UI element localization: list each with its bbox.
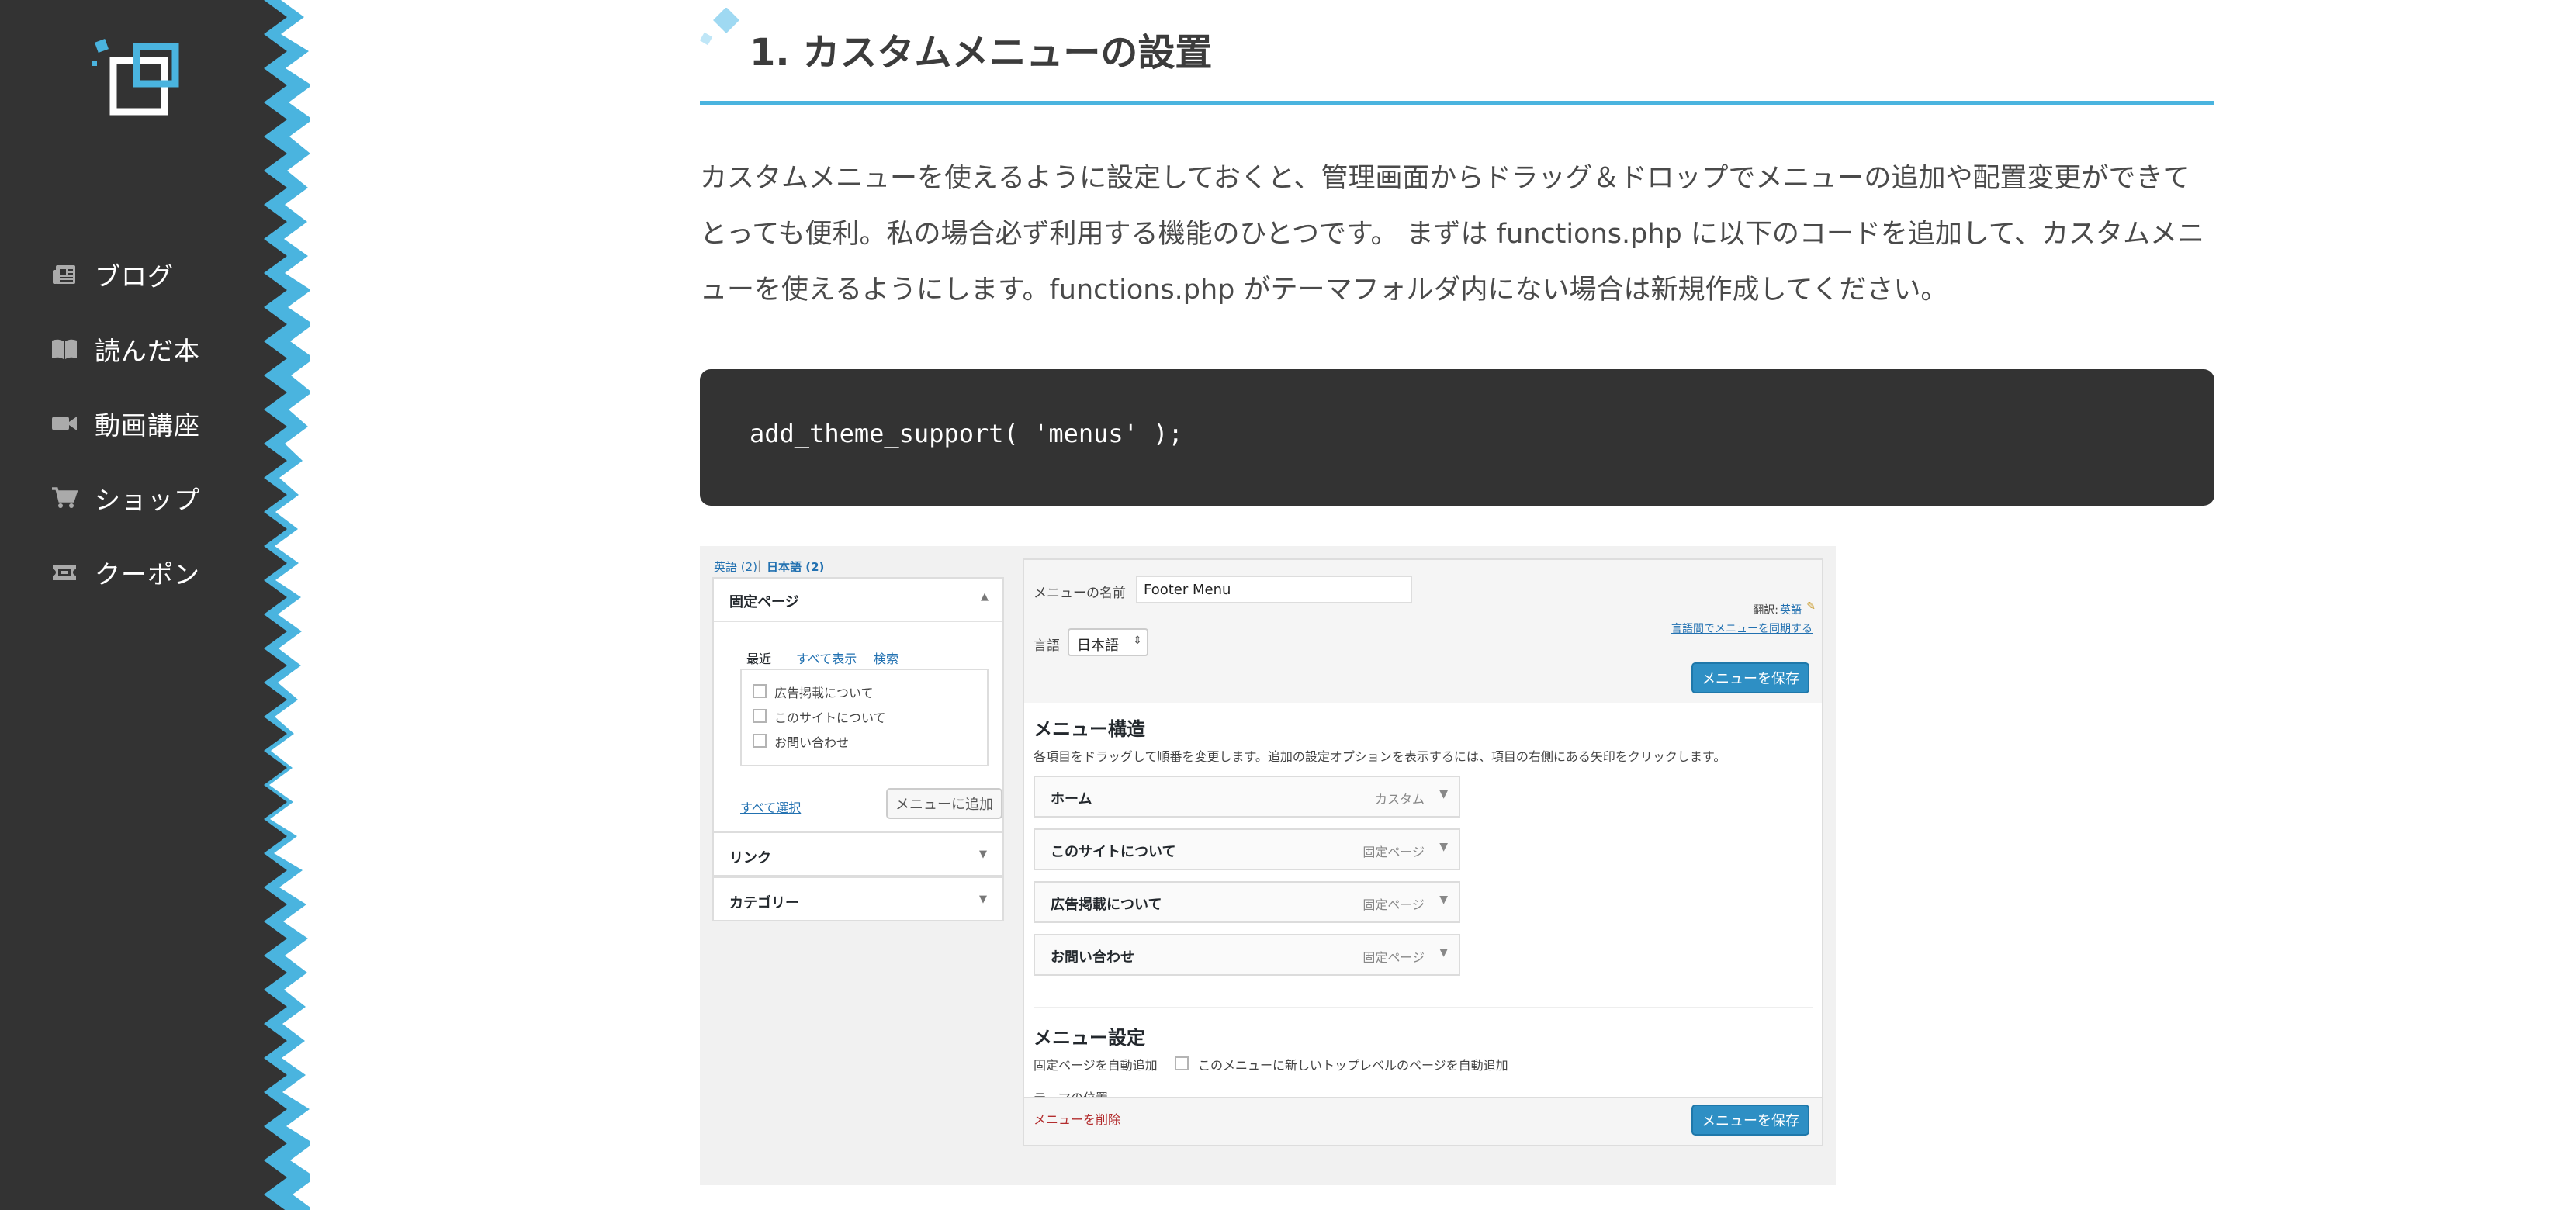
nav-item-label: ブログ xyxy=(95,261,174,292)
sidebar: ブログ 読んだ本 動画講座 ショップ クーポン xyxy=(0,0,310,1210)
links-panel[interactable]: リンク ▼ xyxy=(712,831,1004,876)
language-label: 言語 xyxy=(1034,638,1060,654)
page-checkbox-label: お問い合わせ xyxy=(774,735,850,750)
menu-item-title: ホーム xyxy=(1051,791,1092,807)
collapse-arrow-icon[interactable]: ▲ xyxy=(981,591,989,603)
page-checkbox[interactable] xyxy=(753,709,767,723)
code-text: add_theme_support( 'menus' ); xyxy=(750,419,1183,448)
article-content: 1. カスタムメニューの設置 カスタムメニューを使えるように設定しておくと、管理… xyxy=(700,0,2214,1185)
save-menu-button-bottom[interactable]: メニューを保存 xyxy=(1691,1105,1809,1136)
tab-search[interactable]: 検索 xyxy=(874,648,898,667)
sidebar-nav: ブログ 読んだ本 動画講座 ショップ クーポン xyxy=(51,237,200,610)
links-panel-title: リンク xyxy=(729,850,771,866)
select-arrows-icon: ⇕ xyxy=(1133,634,1142,647)
nav-item-label: 動画講座 xyxy=(95,410,200,441)
nav-item-label: ショップ xyxy=(95,485,200,515)
section-title: 1. カスタムメニューの設置 xyxy=(750,31,1213,74)
lang-tab-ja[interactable]: 日本語 (2) xyxy=(767,558,824,575)
pages-panel-header[interactable]: 固定ページ ▲ xyxy=(714,579,1002,622)
expand-arrow-icon[interactable]: ▼ xyxy=(1439,946,1448,959)
language-select[interactable]: 日本語 ⇕ xyxy=(1068,628,1148,656)
menu-item[interactable]: ホーム カスタム ▼ xyxy=(1034,776,1460,818)
language-select-value: 日本語 xyxy=(1077,638,1119,654)
site-logo[interactable] xyxy=(87,33,180,126)
expand-arrow-icon[interactable]: ▼ xyxy=(1439,841,1448,853)
menu-name-label: メニューの名前 xyxy=(1034,586,1126,601)
expand-arrow-icon[interactable]: ▼ xyxy=(979,894,987,905)
lang-tab-en[interactable]: 英語 (2) xyxy=(714,558,757,575)
newspaper-icon xyxy=(51,261,78,288)
menu-footer: メニューを削除 メニューを保存 xyxy=(1023,1097,1823,1146)
section-heading: 1. カスタムメニューの設置 xyxy=(700,0,2214,105)
video-camera-icon xyxy=(51,410,78,437)
auto-add-option-label: このメニューに新しいトップレベルのページを自動追加 xyxy=(1198,1058,1508,1073)
tab-view-all[interactable]: すべて表示 xyxy=(796,648,857,667)
nav-item-coupon[interactable]: クーポン xyxy=(51,535,200,610)
code-block: add_theme_support( 'menus' ); xyxy=(700,369,2214,506)
nav-item-books[interactable]: 読んだ本 xyxy=(51,312,200,386)
menu-header: メニューの名前 Footer Menu 翻訳: 英語 ✎ 言語間でメニューを同期… xyxy=(1023,558,1823,704)
shopping-cart-icon xyxy=(51,485,78,511)
page-checkbox-label: このサイトについて xyxy=(774,710,886,725)
menu-item-type: 固定ページ xyxy=(1362,845,1425,859)
translation-label: 翻訳: xyxy=(1753,604,1778,617)
menu-item-title: お問い合わせ xyxy=(1051,949,1134,966)
nav-item-blog[interactable]: ブログ xyxy=(51,237,200,312)
page-checkbox[interactable] xyxy=(753,684,767,698)
menu-item-type: カスタム xyxy=(1374,792,1425,807)
nav-item-shop[interactable]: ショップ xyxy=(51,461,200,535)
menu-item[interactable]: 広告掲載について 固定ページ ▼ xyxy=(1034,881,1460,923)
pages-panel: 固定ページ ▲ 最近 すべて表示 検索 広告掲載について このサイトについて お… xyxy=(712,577,1004,833)
lang-tab-separator: | xyxy=(757,558,762,572)
tab-recent[interactable]: 最近 xyxy=(746,648,771,667)
auto-add-checkbox[interactable] xyxy=(1175,1056,1189,1070)
menu-structure-title: メニュー構造 xyxy=(1034,718,1145,740)
menu-item[interactable]: お問い合わせ 固定ページ ▼ xyxy=(1034,934,1460,976)
pages-panel-title: 固定ページ xyxy=(729,594,799,610)
expand-arrow-icon[interactable]: ▼ xyxy=(979,849,987,860)
divider xyxy=(1034,1007,1813,1008)
page-checkbox[interactable] xyxy=(753,734,767,748)
translation-link[interactable]: 英語 xyxy=(1780,602,1802,617)
add-to-menu-button[interactable]: メニューに追加 xyxy=(886,788,1002,819)
intro-paragraph: カスタムメニューを使えるように設定しておくと、管理画面からドラッグ＆ドロップでメ… xyxy=(700,163,2205,306)
save-menu-button-top[interactable]: メニューを保存 xyxy=(1691,662,1809,693)
nav-item-label: クーポン xyxy=(95,559,200,589)
wp-menu-screenshot: 英語 (2) | 日本語 (2) 固定ページ ▲ 最近 すべて表示 検索 広告掲… xyxy=(700,546,1836,1185)
book-icon xyxy=(51,336,78,362)
menu-structure-description: 各項目をドラッグして順番を変更します。追加の設定オプションを表示するには、項目の… xyxy=(1034,749,1726,764)
menu-item[interactable]: このサイトについて 固定ページ ▼ xyxy=(1034,828,1460,870)
menu-name-value: Footer Menu xyxy=(1144,582,1231,598)
delete-menu-link[interactable]: メニューを削除 xyxy=(1034,1109,1120,1128)
menu-settings-title: メニュー設定 xyxy=(1034,1027,1145,1049)
nav-item-video-course[interactable]: 動画講座 xyxy=(51,386,200,461)
page-checkbox-label: 広告掲載について xyxy=(774,686,874,700)
heading-decoration-icon xyxy=(700,8,739,46)
menu-item-type: 固定ページ xyxy=(1362,950,1425,965)
nav-item-label: 読んだ本 xyxy=(95,336,200,366)
menu-name-input[interactable]: Footer Menu xyxy=(1136,576,1412,603)
expand-arrow-icon[interactable]: ▼ xyxy=(1439,894,1448,906)
menu-item-title: このサイトについて xyxy=(1051,844,1176,860)
pencil-icon[interactable]: ✎ xyxy=(1806,600,1816,613)
auto-add-label: 固定ページを自動追加 xyxy=(1034,1058,1158,1073)
menu-item-type: 固定ページ xyxy=(1362,897,1425,912)
categories-panel[interactable]: カテゴリー ▼ xyxy=(712,876,1004,921)
menu-item-title: 広告掲載について xyxy=(1051,897,1162,913)
sync-menu-link[interactable]: 言語間でメニューを同期する xyxy=(1671,621,1813,636)
categories-panel-title: カテゴリー xyxy=(729,895,799,911)
ticket-icon xyxy=(51,559,78,586)
expand-arrow-icon[interactable]: ▼ xyxy=(1439,788,1448,800)
select-all-link[interactable]: すべて選択 xyxy=(740,797,801,816)
page-checklist: 広告掲載について このサイトについて お問い合わせ xyxy=(740,669,989,766)
